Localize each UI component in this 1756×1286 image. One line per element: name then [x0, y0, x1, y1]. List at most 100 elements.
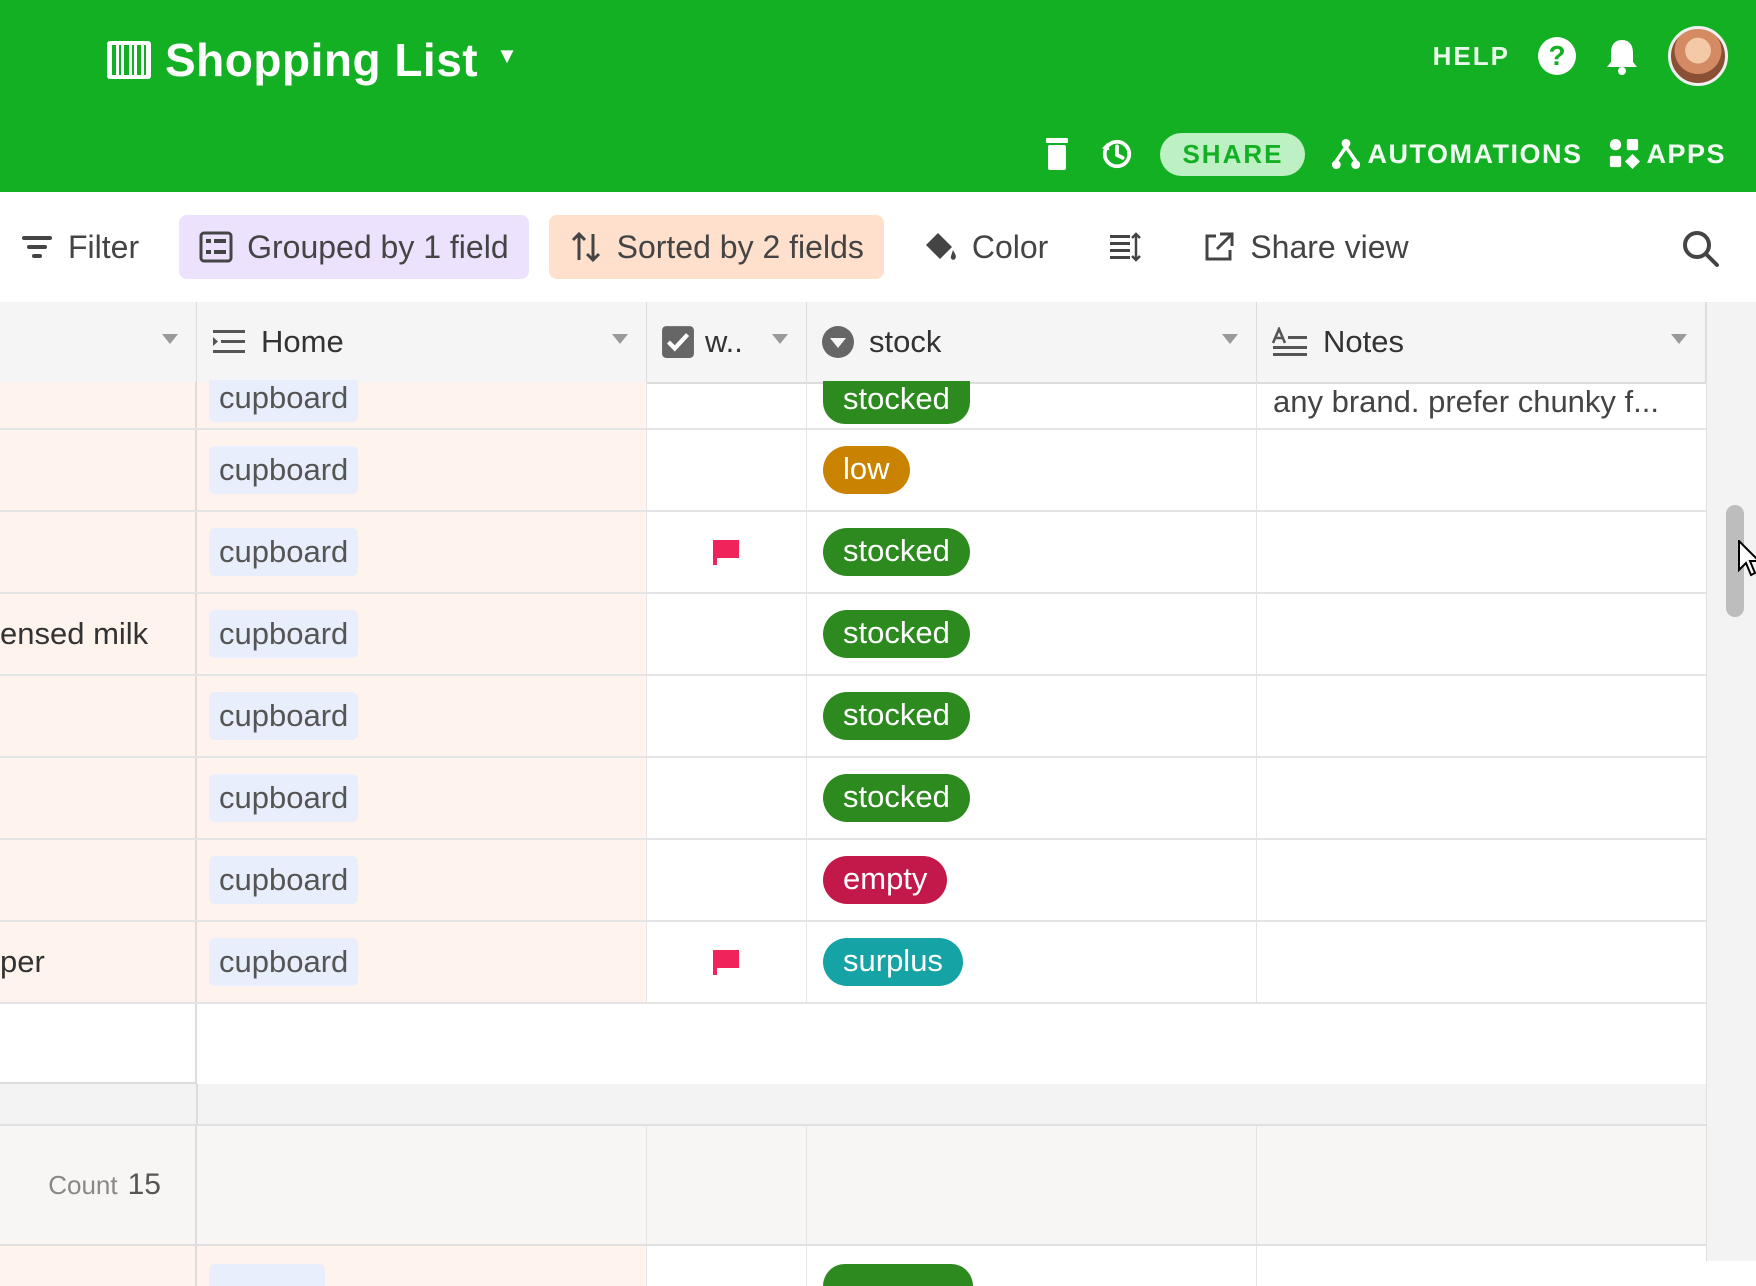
color-button[interactable]: Color	[904, 215, 1068, 279]
stock-cell[interactable]: low	[807, 430, 1257, 510]
help-icon[interactable]: ?	[1538, 37, 1576, 75]
name-cell[interactable]	[0, 512, 197, 592]
name-cell[interactable]	[0, 676, 197, 756]
stock-pill: stocked	[823, 610, 970, 658]
summary-cell[interactable]	[197, 1126, 647, 1244]
stock-cell[interactable]: stocked	[807, 758, 1257, 838]
notes-cell[interactable]	[1257, 922, 1706, 1002]
name-cell[interactable]: per	[0, 922, 197, 1002]
notes-cell[interactable]	[1257, 840, 1706, 920]
summary-cell[interactable]	[807, 1126, 1257, 1244]
w-cell[interactable]	[647, 1246, 807, 1286]
name-cell[interactable]	[0, 840, 197, 920]
row-height-button[interactable]	[1088, 215, 1162, 279]
column-header-home[interactable]: Home	[197, 302, 647, 382]
stock-cell[interactable]: stocked	[807, 676, 1257, 756]
table-row[interactable]: ensed milk cupboard stocked	[0, 594, 1706, 676]
w-cell[interactable]	[647, 594, 807, 674]
home-chip: cupboard	[209, 610, 359, 658]
notes-cell[interactable]: any brand. prefer chunky f...	[1257, 382, 1706, 428]
help-link[interactable]: HELP	[1433, 41, 1510, 72]
apps-label: APPS	[1646, 138, 1726, 169]
home-cell[interactable]	[197, 1246, 647, 1286]
table-row[interactable]: cupboard empty	[0, 840, 1706, 922]
sort-button[interactable]: Sorted by 2 fields	[548, 215, 884, 279]
chevron-down-icon[interactable]	[1222, 334, 1238, 344]
home-cell[interactable]: cupboard	[197, 380, 647, 428]
table-row[interactable]: cupboard stocked	[0, 676, 1706, 758]
group-icon	[199, 231, 233, 263]
summary-cell[interactable]	[1257, 1126, 1706, 1244]
share-button[interactable]: SHARE	[1160, 132, 1306, 176]
add-record-row[interactable]	[0, 1004, 1706, 1084]
empty-cell[interactable]	[197, 1004, 1706, 1084]
home-cell[interactable]: cupboard	[197, 840, 647, 920]
sort-icon	[571, 231, 600, 263]
table-row[interactable]: cupboard stocked	[0, 758, 1706, 840]
home-cell[interactable]: cupboard	[197, 430, 647, 510]
name-cell[interactable]	[0, 430, 197, 510]
automations-icon	[1332, 139, 1361, 169]
trash-icon[interactable]	[1040, 136, 1074, 172]
chevron-down-icon[interactable]	[612, 334, 628, 344]
automations-button[interactable]: AUTOMATIONS	[1331, 137, 1582, 171]
chevron-down-icon[interactable]	[1671, 334, 1687, 344]
column-header-name[interactable]	[0, 302, 197, 382]
w-cell[interactable]	[647, 758, 807, 838]
home-cell[interactable]: cupboard	[197, 512, 647, 592]
stock-cell[interactable]: stocked	[807, 512, 1257, 592]
notes-cell[interactable]	[1257, 676, 1706, 756]
apps-button[interactable]: APPS	[1608, 137, 1726, 171]
history-icon[interactable]	[1100, 136, 1134, 172]
name-cell[interactable]	[0, 382, 197, 428]
app-header: Shopping List ▼ HELP ? SHARE AUTOMATIONS…	[0, 0, 1756, 192]
home-cell[interactable]: cupboard	[197, 758, 647, 838]
w-cell[interactable]	[647, 512, 807, 592]
name-cell[interactable]	[0, 758, 197, 838]
share-view-button[interactable]: Share view	[1182, 215, 1428, 279]
notes-cell[interactable]	[1257, 1246, 1706, 1286]
group-button[interactable]: Grouped by 1 field	[179, 215, 529, 279]
stock-cell[interactable]: stocked	[807, 381, 1257, 428]
name-cell[interactable]: ensed milk	[0, 594, 197, 674]
avatar[interactable]	[1668, 26, 1728, 86]
single-select-field-icon	[822, 326, 854, 358]
column-header-w[interactable]: w..	[647, 302, 807, 382]
w-cell[interactable]	[647, 676, 807, 756]
summary-cell[interactable]	[647, 1126, 807, 1244]
table-row[interactable]: per cupboard surplus	[0, 922, 1706, 1004]
notes-cell[interactable]	[1257, 430, 1706, 510]
table-row[interactable]: cupboard stocked any brand. prefer chunk…	[0, 380, 1706, 430]
stock-pill: stocked	[823, 381, 970, 424]
base-title-button[interactable]: Shopping List ▼	[107, 28, 518, 92]
stock-cell[interactable]: empty	[807, 840, 1257, 920]
column-header-stock[interactable]: stock	[807, 302, 1257, 382]
table-row[interactable]	[0, 1246, 1706, 1286]
filter-button[interactable]: Filter	[0, 215, 159, 279]
table-row[interactable]: cupboard low	[0, 430, 1706, 512]
search-icon[interactable]	[1680, 228, 1720, 268]
column-header-notes[interactable]: Notes	[1257, 302, 1706, 382]
stock-cell[interactable]	[807, 1246, 1257, 1286]
chevron-down-icon[interactable]	[772, 334, 788, 344]
chevron-down-icon[interactable]	[162, 334, 178, 344]
home-cell[interactable]: cupboard	[197, 676, 647, 756]
stock-pill: low	[823, 446, 910, 494]
stock-cell[interactable]: stocked	[807, 594, 1257, 674]
w-cell[interactable]	[647, 430, 807, 510]
w-cell[interactable]	[647, 382, 807, 428]
table-row[interactable]: cupboard stocked	[0, 512, 1706, 594]
home-cell[interactable]: cupboard	[197, 594, 647, 674]
notification-bell-icon[interactable]	[1604, 37, 1640, 75]
stock-cell[interactable]: surplus	[807, 922, 1257, 1002]
w-cell[interactable]	[647, 922, 807, 1002]
empty-cell[interactable]	[0, 1004, 197, 1082]
color-label: Color	[971, 228, 1049, 265]
w-cell[interactable]	[647, 840, 807, 920]
notes-cell[interactable]	[1257, 594, 1706, 674]
notes-cell[interactable]	[1257, 758, 1706, 838]
home-cell[interactable]: cupboard	[197, 922, 647, 1002]
notes-cell[interactable]	[1257, 512, 1706, 592]
home-chip: cupboard	[209, 528, 359, 576]
name-cell[interactable]	[0, 1246, 197, 1286]
